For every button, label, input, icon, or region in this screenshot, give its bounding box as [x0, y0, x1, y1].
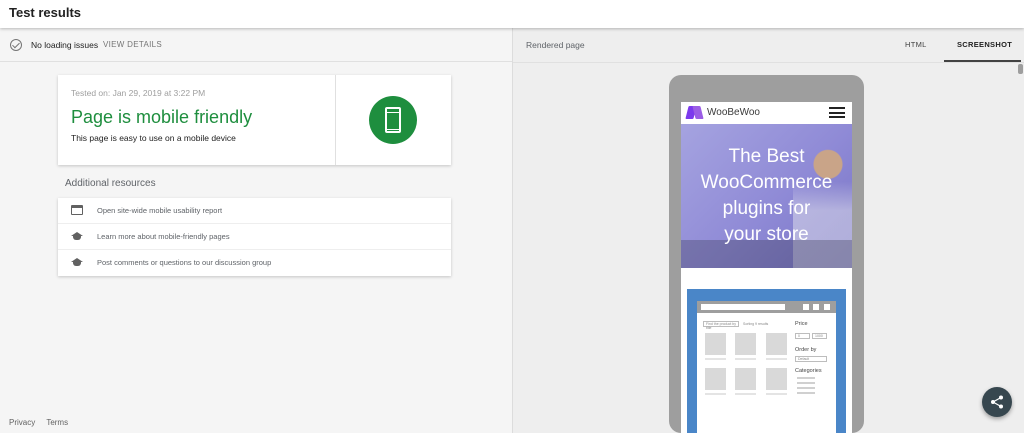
- category-option: [797, 387, 815, 389]
- hero-line: WooCommerce: [700, 172, 833, 193]
- product-tile: [766, 368, 787, 390]
- resource-label: Post comments or questions to our discus…: [97, 258, 272, 267]
- smartphone-icon: [385, 107, 401, 133]
- filter-orderby-label: Order by: [795, 347, 817, 353]
- tab-html[interactable]: HTML: [905, 40, 927, 49]
- hero-headline: The Best WooCommerce plugins for your st…: [681, 144, 852, 248]
- resource-label: Learn more about mobile-friendly pages: [97, 232, 230, 241]
- product-tile: [766, 333, 787, 355]
- mobile-friendly-result-card: Tested on: Jan 29, 2019 at 3:22 PM Page …: [58, 75, 451, 165]
- scrollbar-thumb[interactable]: [1018, 64, 1023, 74]
- tested-on-timestamp: Tested on: Jan 29, 2019 at 3:22 PM: [71, 88, 206, 98]
- share-button[interactable]: [982, 387, 1012, 417]
- product-caption: [735, 358, 756, 360]
- site-header: WooBeWoo: [681, 102, 852, 124]
- woobewoo-logo-icon: [687, 106, 703, 119]
- tabs-divider: [513, 62, 1024, 63]
- filter-categories-label: Categories: [795, 368, 822, 374]
- filter-orderby-select: Default: [795, 356, 827, 362]
- shop-search-box: Find the product by title: [703, 321, 739, 330]
- product-caption: [705, 358, 726, 360]
- view-details-button[interactable]: VIEW DETAILS: [103, 40, 162, 49]
- filter-price-max: 1000: [812, 333, 827, 339]
- resource-discussion-group[interactable]: Post comments or questions to our discus…: [58, 250, 451, 276]
- shop-toolbar-button: [813, 304, 819, 310]
- share-icon: [991, 395, 1003, 409]
- footer-links: Privacy Terms: [9, 418, 77, 427]
- rendered-page-panel: Rendered page HTML SCREENSHOT WooBeWoo T…: [513, 28, 1024, 433]
- rendered-page-label: Rendered page: [526, 40, 585, 50]
- product-caption: [766, 358, 787, 360]
- mobile-friendly-badge: [369, 96, 417, 144]
- menu-icon: [829, 107, 845, 118]
- hero-line: your store: [724, 224, 809, 245]
- terms-link[interactable]: Terms: [46, 418, 68, 427]
- resource-label: Open site-wide mobile usability report: [97, 206, 223, 215]
- product-caption: [766, 393, 787, 395]
- category-option: [797, 392, 815, 394]
- check-circle-icon: [10, 39, 22, 51]
- page-title: Test results: [9, 5, 82, 20]
- shop-preview: Find the product by title Sorting 9 resu…: [687, 289, 846, 433]
- shop-address-bar: [701, 304, 785, 310]
- site-brand: WooBeWoo: [707, 107, 760, 118]
- hero-line: plugins for: [722, 198, 811, 219]
- product-tile: [705, 368, 726, 390]
- shop-toolbar-button: [824, 304, 830, 310]
- resource-usability-report[interactable]: Open site-wide mobile usability report: [58, 198, 451, 224]
- loading-status-text: No loading issues: [31, 40, 99, 50]
- school-icon: [71, 257, 83, 267]
- privacy-link[interactable]: Privacy: [9, 418, 35, 427]
- product-tile: [735, 368, 756, 390]
- shop-toolbar: [697, 301, 836, 313]
- resources-list: Open site-wide mobile usability report L…: [58, 198, 451, 276]
- top-app-bar: Test results: [0, 0, 1024, 28]
- category-option: [797, 377, 815, 379]
- loading-status-bar: No loading issues VIEW DETAILS: [0, 28, 512, 62]
- result-description: This page is easy to use on a mobile dev…: [71, 133, 236, 143]
- resource-learn-more[interactable]: Learn more about mobile-friendly pages: [58, 224, 451, 250]
- product-caption: [735, 393, 756, 395]
- phone-frame: WooBeWoo The Best WooCommerce plugins fo…: [669, 75, 864, 433]
- page-screenshot: WooBeWoo The Best WooCommerce plugins fo…: [681, 102, 852, 433]
- category-option: [797, 382, 815, 384]
- product-tile: [735, 333, 756, 355]
- product-tile: [705, 333, 726, 355]
- additional-resources-heading: Additional resources: [65, 178, 156, 189]
- school-icon: [71, 231, 83, 241]
- shop-sort-label: Sorting 9 results: [743, 322, 769, 326]
- report-window-icon: [71, 205, 83, 215]
- filter-price-min: 0: [795, 333, 810, 339]
- result-title: Page is mobile friendly: [71, 107, 253, 127]
- product-caption: [705, 393, 726, 395]
- hero-banner: The Best WooCommerce plugins for your st…: [681, 124, 852, 268]
- tab-screenshot[interactable]: SCREENSHOT: [957, 40, 1012, 49]
- hero-line: The Best: [728, 146, 805, 167]
- results-panel: No loading issues VIEW DETAILS Tested on…: [0, 28, 512, 433]
- shop-toolbar-button: [803, 304, 809, 310]
- shop-preview-window: Find the product by title Sorting 9 resu…: [697, 301, 836, 433]
- card-divider: [335, 75, 336, 165]
- filter-price-label: Price: [795, 321, 808, 327]
